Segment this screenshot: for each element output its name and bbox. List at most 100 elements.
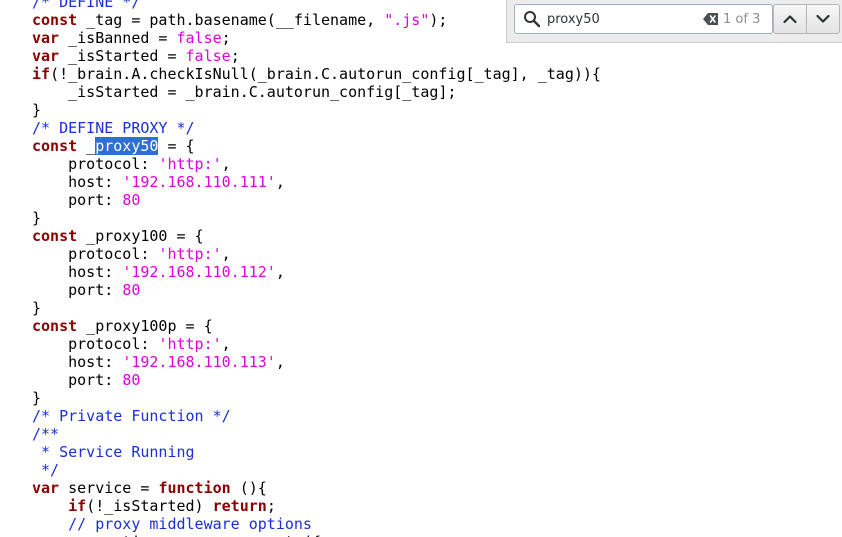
code-line[interactable]: if(!_isStarted) return; [0, 497, 842, 515]
search-icon [524, 11, 541, 28]
code-token: = { [158, 137, 195, 155]
code-line[interactable]: protocol: 'http:', [0, 245, 842, 263]
code-token: const [32, 227, 78, 245]
chevron-up-icon [783, 15, 797, 24]
code-token: 'http:' [158, 155, 222, 173]
code-token: // proxy middleware options [32, 515, 312, 533]
code-token: 80 [122, 191, 141, 209]
code-line[interactable]: */ [0, 461, 842, 479]
code-token: (){ [230, 479, 267, 497]
code-token: host: [32, 353, 123, 371]
code-token: , [275, 173, 285, 191]
code-line[interactable]: const _proxy100p = { [0, 317, 842, 335]
code-token: protocol: [32, 245, 159, 263]
code-token: _isStarted = [59, 47, 186, 65]
code-line[interactable]: host: '192.168.110.111', [0, 173, 842, 191]
code-line[interactable]: const _proxy50 = { [0, 137, 842, 155]
code-token: protocol: [32, 335, 159, 353]
code-token: return [212, 497, 267, 515]
find-next-button[interactable] [806, 4, 840, 34]
code-token: /* Private Function */ [32, 407, 231, 425]
code-token: * Service Running [32, 443, 195, 461]
code-line[interactable]: if(!_brain.A.checkIsNull(_brain.C.autoru… [0, 65, 842, 83]
code-token: const [32, 11, 78, 29]
code-token: _isBanned = [59, 29, 177, 47]
code-line[interactable]: protocol: 'http:', [0, 335, 842, 353]
code-line[interactable]: } [0, 209, 842, 227]
code-line[interactable]: } [0, 389, 842, 407]
match-count: 1 of 3 [723, 12, 761, 27]
code-token: '192.168.110.111' [122, 173, 276, 191]
code-line[interactable]: protocol: 'http:', [0, 155, 842, 173]
code-token: , [275, 263, 285, 281]
code-line[interactable]: // proxy middleware options [0, 515, 842, 533]
code-line[interactable]: var service = function (){ [0, 479, 842, 497]
code-token: 80 [122, 371, 141, 389]
code-token: if [68, 497, 87, 515]
code-line[interactable]: * Service Running [0, 443, 842, 461]
code-line[interactable]: port: 80 [0, 371, 842, 389]
clear-text-icon[interactable] [703, 12, 719, 26]
find-bar: 1 of 3 [506, 0, 842, 43]
code-token: _proxy100p = { [77, 317, 213, 335]
code-token: 'http:' [158, 245, 222, 263]
code-token: service = [59, 479, 159, 497]
code-line[interactable]: /** [0, 425, 842, 443]
code-token: ); [429, 11, 448, 29]
search-match-highlight: proxy50 [95, 137, 159, 155]
code-line[interactable]: port: 80 [0, 191, 842, 209]
code-token: port: [32, 281, 123, 299]
code-token: var [32, 479, 60, 497]
code-token: 80 [122, 281, 141, 299]
code-line[interactable]: _isStarted = _brain.C.autorun_config[_ta… [0, 83, 842, 101]
code-token: protocol: [32, 155, 159, 173]
code-line[interactable]: host: '192.168.110.113', [0, 353, 842, 371]
code-token: _tag = path.basename(__filename, [77, 11, 385, 29]
code-token: 'http:' [158, 335, 222, 353]
code-token: } [32, 209, 42, 227]
code-token: (!_brain.A.checkIsNull(_brain.C.autorun_… [50, 65, 601, 83]
code-line[interactable]: port: 80 [0, 281, 842, 299]
code-token: host: [32, 173, 123, 191]
code-line[interactable]: /* Private Function */ [0, 407, 842, 425]
code-token: } [32, 299, 42, 317]
code-token: var [32, 29, 60, 47]
code-token: , [221, 155, 231, 173]
code-token: if [32, 65, 51, 83]
code-token: ; [230, 47, 240, 65]
find-entry[interactable]: 1 of 3 [514, 4, 773, 34]
search-input[interactable] [547, 8, 697, 30]
code-line[interactable]: const _proxy100 = { [0, 227, 842, 245]
code-token: } [32, 389, 42, 407]
code-token: ; [266, 497, 276, 515]
code-token: */ [32, 461, 60, 479]
code-token: _isStarted = _brain.C.autorun_config[_ta… [32, 83, 457, 101]
code-line[interactable]: var _isStarted = false; [0, 47, 842, 65]
code-token: port: [32, 371, 123, 389]
code-token: function [158, 479, 231, 497]
code-line[interactable]: } [0, 299, 842, 317]
code-token: const [32, 137, 78, 155]
code-line[interactable]: /* DEFINE PROXY */ [0, 119, 842, 137]
code-token: , [221, 245, 231, 263]
code-token: /* DEFINE */ [32, 0, 141, 11]
code-token: port: [32, 191, 123, 209]
code-token: false [185, 47, 231, 65]
code-token: host: [32, 263, 123, 281]
code-token: _ [77, 137, 96, 155]
code-line[interactable]: var options = proxy.create({ [0, 533, 842, 537]
code-token: , [275, 353, 285, 371]
code-token: false [176, 29, 222, 47]
code-token: (!_isStarted) [86, 497, 213, 515]
code-token: /** [32, 425, 60, 443]
code-token: /* DEFINE PROXY */ [32, 119, 195, 137]
find-previous-button[interactable] [773, 4, 807, 34]
code-token: '192.168.110.112' [122, 263, 276, 281]
code-line[interactable]: } [0, 101, 842, 119]
code-token: var [32, 47, 60, 65]
code-editor[interactable]: /* DEFINE */const _tag = path.basename(_… [0, 0, 842, 537]
code-token: ; [221, 29, 231, 47]
code-token: '192.168.110.113' [122, 353, 276, 371]
code-line[interactable]: host: '192.168.110.112', [0, 263, 842, 281]
